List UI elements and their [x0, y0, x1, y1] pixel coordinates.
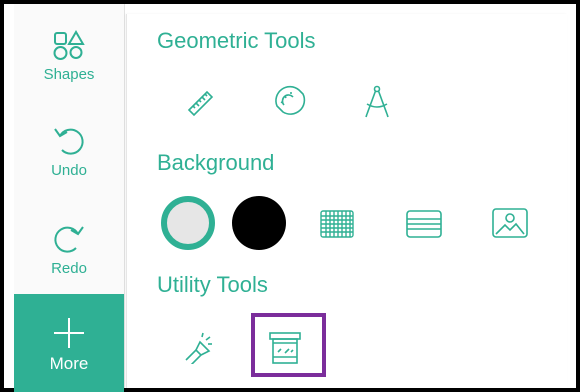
- image-icon: [492, 208, 528, 238]
- tools-panel: Geometric Tools Background Utility Tools: [126, 14, 567, 388]
- plus-icon: [54, 318, 84, 348]
- white-circle-swatch: [161, 196, 215, 250]
- lined-paper-icon: [406, 210, 442, 238]
- more-button[interactable]: More: [14, 294, 124, 392]
- more-label: More: [49, 354, 89, 373]
- utility-tools-title: Utility Tools: [157, 272, 268, 297]
- black-circle-swatch: [232, 196, 286, 250]
- geometric-tools-title: Geometric Tools: [157, 28, 316, 53]
- undo-button[interactable]: Undo: [14, 124, 124, 179]
- protractor-icon: [275, 85, 306, 115]
- shapes-button[interactable]: Shapes: [14, 30, 124, 83]
- flashlight-tool[interactable]: [181, 330, 213, 364]
- undo-icon: [54, 128, 84, 155]
- shapes-icon: [53, 30, 85, 60]
- redo-button[interactable]: Redo: [14, 222, 124, 277]
- white-background-option[interactable]: [160, 195, 216, 251]
- image-background-option[interactable]: [491, 207, 529, 239]
- ruler-tool[interactable]: [185, 86, 217, 118]
- redo-icon: [54, 226, 84, 253]
- grid-icon: [320, 210, 354, 238]
- black-background-option[interactable]: [231, 195, 287, 251]
- redo-label: Redo: [51, 260, 87, 277]
- highlight-box: [251, 313, 326, 377]
- compass-tool[interactable]: [361, 84, 393, 118]
- undo-label: Undo: [51, 162, 87, 179]
- background-title: Background: [157, 150, 275, 175]
- shapes-label: Shapes: [43, 66, 95, 83]
- protractor-tool[interactable]: [273, 84, 307, 118]
- lined-background-option[interactable]: [405, 209, 443, 239]
- ruler-icon: [187, 90, 214, 117]
- grid-background-option[interactable]: [319, 209, 355, 239]
- flashlight-icon: [185, 332, 212, 364]
- sidebar: Shapes Undo Redo More: [14, 4, 125, 392]
- compass-icon: [365, 85, 389, 118]
